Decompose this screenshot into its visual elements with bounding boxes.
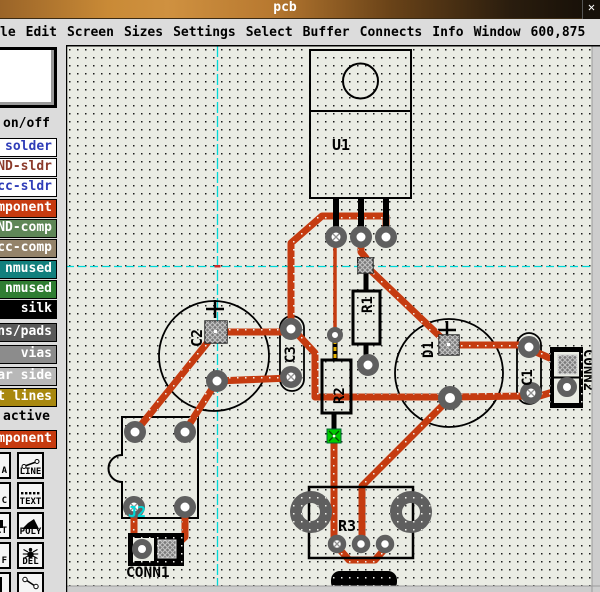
tool-delete-button[interactable]: DEL (17, 542, 44, 569)
menu-window[interactable]: Window (474, 25, 521, 40)
pad-j2-tr[interactable] (177, 424, 193, 440)
label-r1: R1 (360, 296, 376, 313)
menu-screen[interactable]: Screen (67, 25, 114, 40)
label-conn1: CONN1 (126, 565, 170, 581)
layer-button-gnd-comp[interactable]: ND-comp (0, 219, 57, 238)
via-r2-top[interactable] (330, 330, 341, 341)
title-bar[interactable]: pcb ✕ (0, 0, 600, 19)
layer-button-unused-2[interactable]: nmused (0, 280, 57, 299)
layer-button-vcc-sldr[interactable]: cc-sldr (0, 178, 57, 197)
menu-buffer[interactable]: Buffer (303, 25, 350, 40)
layer-button-vias[interactable]: vias (0, 345, 57, 364)
pad-center-dot (447, 343, 450, 346)
tool-rect-button[interactable]: CT (0, 512, 11, 539)
pad-center-dot (333, 435, 336, 438)
label-j2: J2 (128, 503, 146, 521)
rotate-icon (19, 575, 42, 588)
label-c1: C1 (520, 369, 536, 386)
cursor-position: 600,875 (531, 25, 586, 40)
tool-buffer-button[interactable]: F (0, 542, 11, 569)
pad-u1-2[interactable] (353, 229, 369, 245)
label-c2: C2 (188, 329, 206, 347)
tool-partial-left-button[interactable] (0, 572, 11, 592)
partial-tool-icon (0, 575, 9, 588)
window-title: pcb (0, 0, 570, 19)
layer-button-unused-1[interactable]: nmused (0, 260, 57, 279)
tool-via-button[interactable]: A (0, 452, 11, 479)
pad-center-dot (214, 330, 217, 333)
horizontal-scrollbar[interactable] (67, 586, 600, 592)
tool-arc-button[interactable]: C (0, 482, 11, 509)
menu-bar: le Edit Screen Sizes Settings Select Buf… (0, 19, 600, 45)
tool-line-button[interactable]: LINE (17, 452, 44, 479)
pad-u1-3[interactable] (378, 229, 394, 245)
tool-rotate-button[interactable] (17, 572, 44, 592)
vertical-scrollbar[interactable] (592, 46, 600, 592)
menu-settings[interactable]: Settings (173, 25, 236, 40)
onoff-label: on/off (0, 116, 50, 131)
menu-edit[interactable]: Edit (26, 25, 57, 40)
close-icon[interactable]: ✕ (582, 0, 600, 19)
menu-select[interactable]: Select (246, 25, 293, 40)
pad-conn2-round[interactable] (560, 380, 574, 394)
layer-button-far-side[interactable]: ar side (0, 367, 57, 386)
layer-button-pins-pads[interactable]: ns/pads (0, 323, 57, 342)
pad-r3-3[interactable] (379, 538, 392, 551)
pad-hatch-overlay (558, 355, 577, 374)
label-u1: U1 (332, 136, 350, 154)
sidebar: on/off solder ND-sldr cc-sldr mponent ND… (0, 45, 66, 592)
label-c3: C3 (283, 346, 299, 363)
layout-preview[interactable] (0, 47, 57, 108)
pad-c1-top[interactable] (521, 339, 537, 355)
pad-j2-tl[interactable] (127, 424, 143, 440)
pad-c2-round[interactable] (209, 373, 225, 389)
active-layer-button[interactable]: mponent (0, 430, 57, 449)
label-r3: R3 (338, 517, 356, 535)
layer-button-vcc-comp[interactable]: cc-comp (0, 239, 57, 258)
pad-r3-2[interactable] (355, 538, 368, 551)
pad-hatch-overlay (158, 540, 176, 558)
pcb-drawing-canvas[interactable]: U1 R3 CONN1 CONN2 R1 R2 C3 C1 C2 D1 J2 (66, 45, 600, 592)
label-r2: R2 (332, 387, 348, 404)
pad-conn1-round[interactable] (135, 542, 149, 556)
active-label: active (0, 409, 50, 424)
layer-button-solder[interactable]: solder (0, 138, 57, 157)
crosshair-origin-marker (215, 265, 221, 268)
pad-d1-round[interactable] (442, 390, 459, 407)
menu-info[interactable]: Info (432, 25, 463, 40)
tool-poly-button[interactable]: POLY (17, 512, 44, 539)
layer-button-silk[interactable]: silk (0, 300, 57, 319)
pad-r1-bottom[interactable] (360, 357, 376, 373)
layer-button-rat-lines[interactable]: t lines (0, 388, 57, 407)
menu-sizes[interactable]: Sizes (124, 25, 163, 40)
tool-text-button[interactable]: TEXT (17, 482, 44, 509)
menu-file[interactable]: le (0, 25, 16, 40)
layer-button-component[interactable]: mponent (0, 199, 57, 218)
pcb-application-window: pcb ✕ le Edit Screen Sizes Settings Sele… (0, 0, 600, 592)
pad-hatch-overlay (358, 258, 373, 273)
menu-connects[interactable]: Connects (360, 25, 423, 40)
layer-button-gnd-sldr[interactable]: ND-sldr (0, 158, 57, 177)
pad-c3-top[interactable] (283, 321, 299, 337)
label-d1: D1 (421, 341, 437, 358)
pad-j2-br[interactable] (177, 499, 193, 515)
